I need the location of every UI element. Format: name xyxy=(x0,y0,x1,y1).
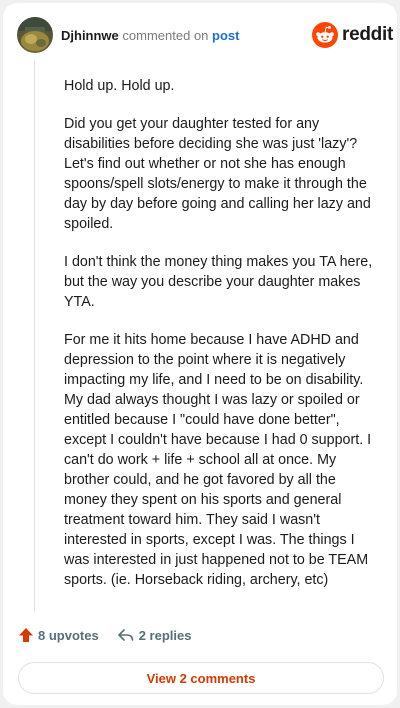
upvote-count: 8 upvotes xyxy=(38,627,99,643)
comment-paragraph: Did you get your daughter tested for any… xyxy=(64,116,371,232)
username[interactable]: Djhinnwe xyxy=(61,28,119,43)
header-action-text: commented on xyxy=(122,28,209,43)
comment-paragraph: Hold up. Hold up. xyxy=(64,78,175,94)
thread-line xyxy=(34,61,35,611)
avatar[interactable] xyxy=(17,17,53,53)
replies-button[interactable]: 2 replies xyxy=(117,627,192,643)
replies-count: 2 replies xyxy=(138,627,192,643)
reddit-logo[interactable]: reddit xyxy=(312,22,393,48)
reddit-snoo-icon xyxy=(312,22,338,48)
post-link[interactable]: post xyxy=(212,28,239,43)
comment-body: Hold up. Hold up. Did you get your daugh… xyxy=(64,76,376,608)
comment-card: Djhinnwe commented on post reddit Hold u… xyxy=(3,3,397,705)
upvote-arrow-icon xyxy=(19,628,33,642)
upvote-button[interactable]: 8 upvotes xyxy=(18,627,99,643)
reddit-wordmark: reddit xyxy=(342,24,393,45)
comment-actions: 8 upvotes 2 replies xyxy=(18,627,191,643)
comment-paragraph: For me it hits home because I have ADHD … xyxy=(64,332,372,588)
comment-paragraph: I don't think the money thing makes you … xyxy=(64,254,373,310)
comment-header: Djhinnwe commented on post xyxy=(61,28,239,44)
view-comments-button[interactable]: View 2 comments xyxy=(18,662,384,694)
reply-icon xyxy=(117,629,133,641)
